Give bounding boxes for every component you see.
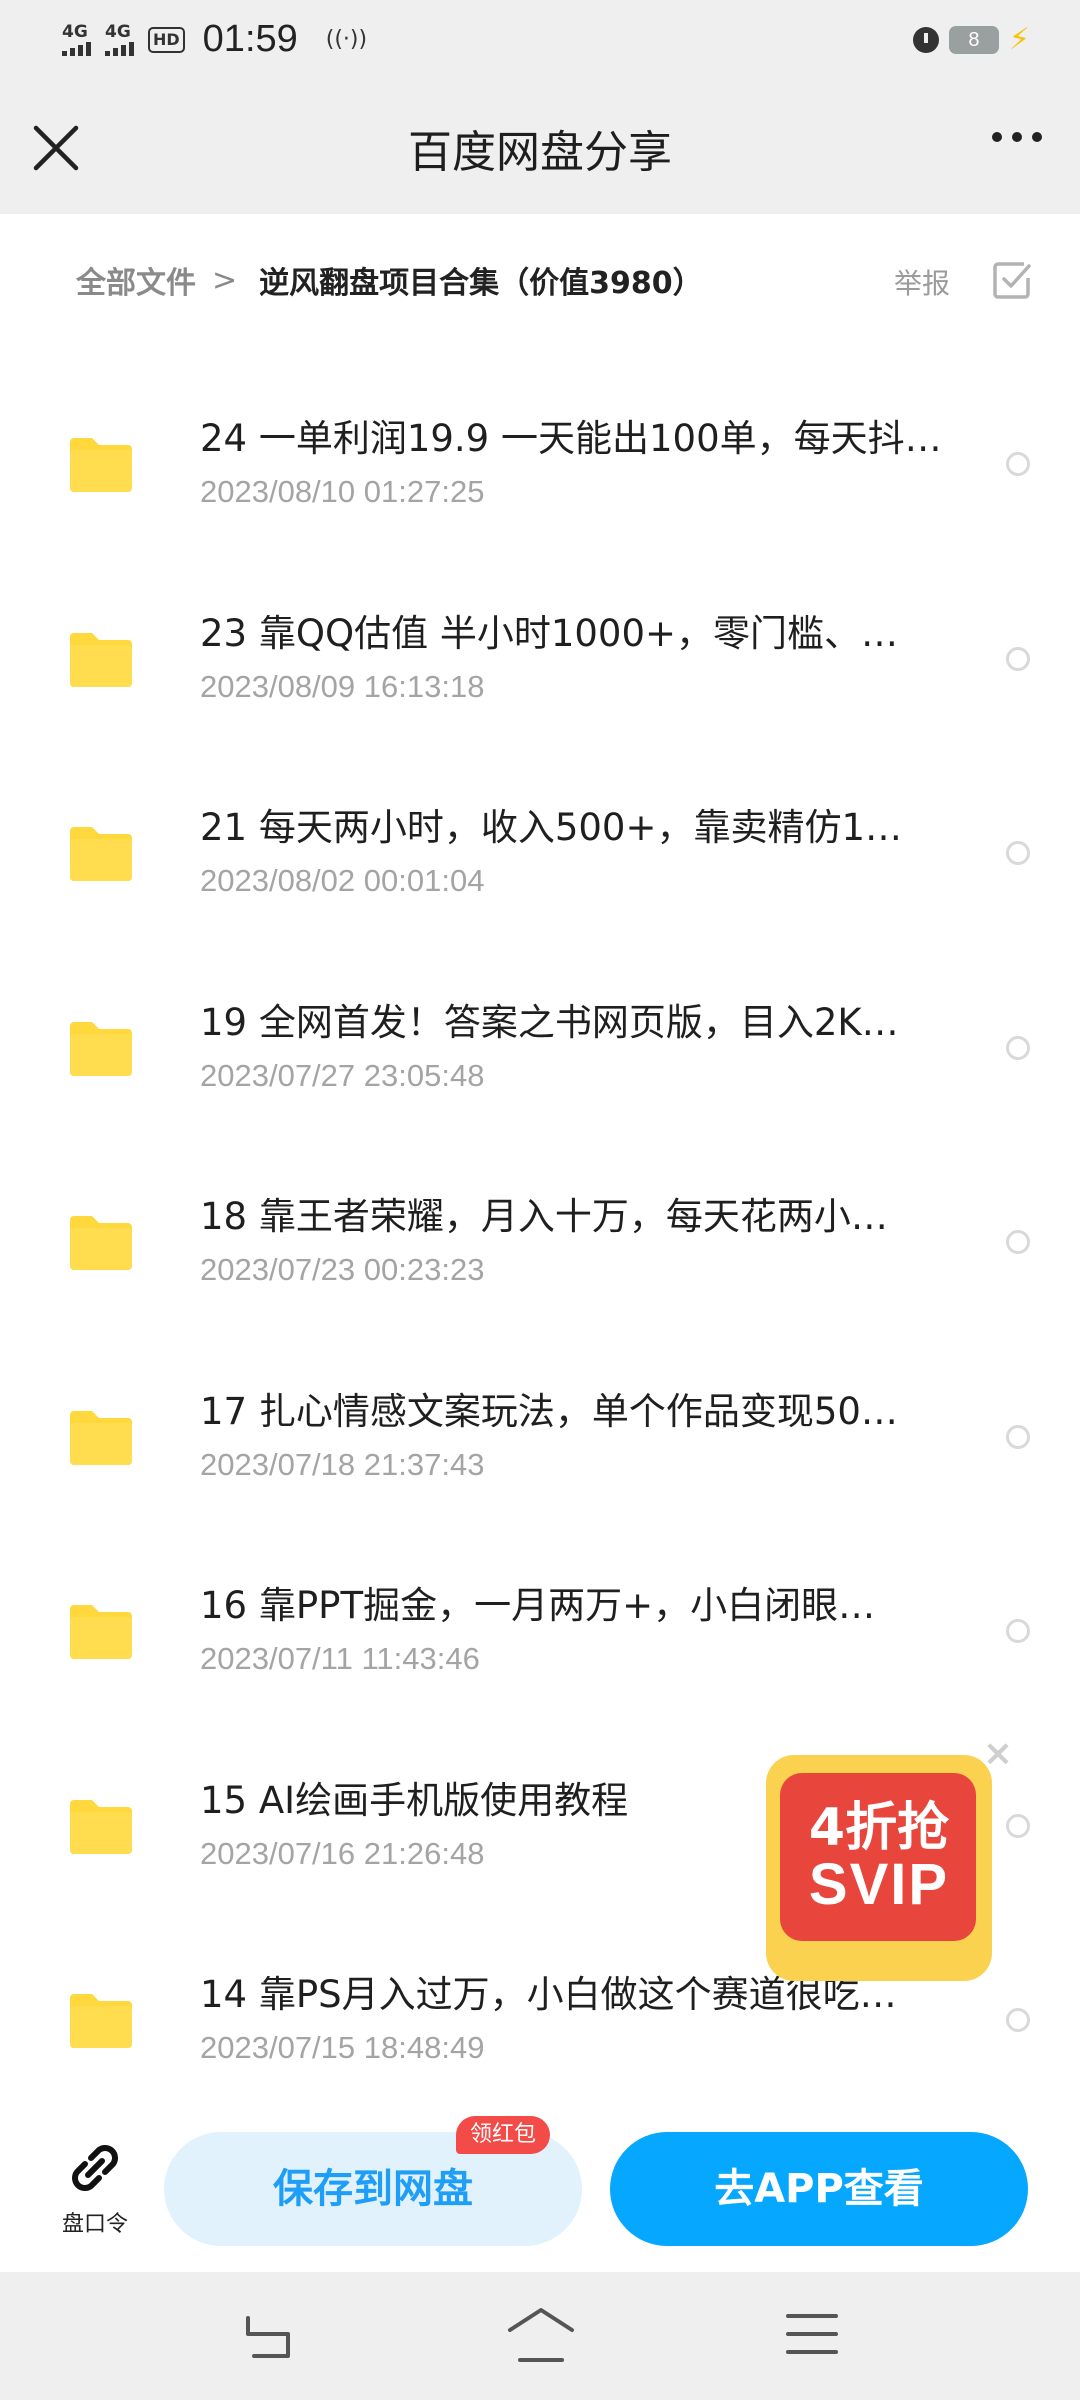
link-command-label: 盘口令	[61, 2212, 128, 2237]
file-date: 2023/07/15 18:48:49	[200, 2030, 485, 2065]
folder-icon	[70, 1605, 132, 1659]
file-row[interactable]: 16 靠PPT掘金，一月两万+，小白闭眼… 2023/07/11 11:43:4…	[0, 1531, 1080, 1726]
signal-1: 4G	[62, 21, 91, 56]
status-left: 4G 4G HD 01:59 ((·))	[62, 18, 367, 61]
page-title: 百度网盘分享	[408, 127, 672, 178]
file-select-radio[interactable]	[1006, 1230, 1030, 1254]
file-date: 2023/07/27 23:05:48	[200, 1057, 485, 1093]
more-icon-dot	[1032, 132, 1042, 142]
file-select-radio[interactable]	[1006, 2008, 1030, 2032]
promo-line1: 4折抢	[808, 1798, 950, 1858]
file-select-radio[interactable]	[1006, 452, 1030, 476]
hotspot-icon: ((·))	[325, 27, 368, 52]
file-name: 23 靠QQ估值 半小时1000+，零门槛、…	[200, 611, 899, 655]
link-command-button[interactable]: 盘口令	[50, 2136, 140, 2238]
network-label-1: 4G	[62, 21, 88, 42]
folder-icon	[70, 1410, 132, 1465]
file-row[interactable]: 24 一单利润19.9 一天能出100单，每天抖音发布视频… 2023/08/1…	[0, 364, 1080, 559]
back-icon[interactable]	[240, 2308, 296, 2364]
more-button[interactable]	[992, 132, 1042, 142]
report-link[interactable]: 举报	[894, 262, 950, 302]
breadcrumb-separator: >	[212, 262, 238, 298]
folder-icon	[70, 1994, 132, 2048]
home-icon[interactable]	[506, 2306, 576, 2364]
file-name: 24 一单利润19.9 一天能出100单，每天抖音发布视频…	[200, 417, 950, 460]
signal-bars-icon	[62, 40, 91, 56]
menu-icon[interactable]	[786, 2310, 838, 2358]
file-row[interactable]: 18 靠王者荣耀，月入十万，每天花两小… 2023/07/23 00:23:23	[0, 1142, 1080, 1337]
bottom-action-bar: 盘口令 保存到网盘 领红包 去APP查看	[0, 2100, 1080, 2272]
more-icon-dot	[1012, 132, 1022, 142]
file-date: 2023/07/11 11:43:46	[200, 1641, 480, 1676]
signal-bars-icon	[105, 40, 134, 56]
promo-frame: 4折抢 SVIP	[766, 1755, 992, 1981]
file-name: 21 每天两小时，收入500+，靠卖精仿1…	[200, 806, 903, 849]
link-icon	[72, 2145, 118, 2191]
file-select-radio[interactable]	[1006, 646, 1030, 671]
folder-icon	[70, 1021, 132, 1076]
file-row[interactable]: 17 扎心情感文案玩法，单个作品变现50… 2023/07/18 21:37:4…	[0, 1337, 1080, 1532]
file-name: 18 靠王者荣耀，月入十万，每天花两小…	[200, 1195, 888, 1238]
file-row[interactable]: 21 每天两小时，收入500+，靠卖精仿1… 2023/08/02 00:01:…	[0, 753, 1080, 948]
breadcrumb: 全部文件 > 逆风翻盘项目合集（价值3980）	[76, 258, 703, 302]
top-bar: 百度网盘分享	[0, 86, 1080, 214]
folder-icon	[70, 1216, 132, 1270]
file-name: 19 全网首发！答案之书网页版，目入2K…	[200, 1000, 899, 1044]
alarm-icon	[912, 26, 939, 53]
file-date: 2023/07/23 00:23:23	[200, 1252, 485, 1287]
file-name: 17 扎心情感文案玩法，单个作品变现50…	[200, 1389, 898, 1433]
hd-badge: HD	[148, 26, 185, 53]
status-time: 01:59	[202, 18, 298, 60]
red-packet-badge[interactable]: 领红包	[456, 2116, 551, 2154]
file-select-radio[interactable]	[1006, 1424, 1030, 1449]
breadcrumb-root[interactable]: 全部文件	[76, 258, 196, 302]
promo-line2: SVIP	[808, 1852, 950, 1917]
checkbox-icon	[993, 262, 1031, 299]
file-select-radio[interactable]	[1006, 841, 1030, 865]
folder-icon	[70, 438, 132, 492]
file-select-radio[interactable]	[1006, 1619, 1030, 1643]
battery-level: 8	[948, 25, 999, 54]
status-right: 8 ⚡	[912, 22, 1030, 57]
breadcrumb-current: 逆风翻盘项目合集（价值3980）	[259, 266, 703, 301]
file-date: 2023/07/16 21:26:48	[200, 1835, 485, 1871]
promo-close-icon[interactable]: ×	[980, 1736, 1016, 1772]
open-in-app-button[interactable]: 去APP查看	[610, 2132, 1028, 2246]
system-nav-bar	[0, 2272, 1080, 2400]
select-all-button[interactable]	[990, 258, 1034, 302]
file-select-radio[interactable]	[1006, 1035, 1030, 1060]
folder-icon	[70, 1799, 132, 1854]
signal-2: 4G	[105, 21, 134, 56]
file-select-radio[interactable]	[1006, 1813, 1030, 1838]
file-date: 2023/08/09 16:13:18	[200, 668, 485, 704]
file-name: 16 靠PPT掘金，一月两万+，小白闭眼…	[200, 1584, 876, 1627]
file-row[interactable]: 23 靠QQ估值 半小时1000+，零门槛、… 2023/08/09 16:13…	[0, 559, 1080, 754]
svip-promo-banner[interactable]: 4折抢 SVIP	[766, 1755, 998, 1987]
more-icon	[992, 132, 1002, 142]
file-date: 2023/07/18 21:37:43	[200, 1446, 485, 1482]
folder-icon	[70, 827, 132, 881]
status-bar: 4G 4G HD 01:59 ((·)) 8 ⚡	[0, 0, 1080, 86]
file-row[interactable]: 19 全网首发！答案之书网页版，目入2K… 2023/07/27 23:05:4…	[0, 948, 1080, 1143]
charging-icon: ⚡	[1008, 22, 1030, 57]
file-date: 2023/08/02 00:01:04	[200, 863, 485, 898]
folder-icon	[70, 632, 132, 687]
file-date: 2023/08/10 01:27:25	[200, 474, 485, 509]
network-label-2: 4G	[105, 21, 131, 42]
